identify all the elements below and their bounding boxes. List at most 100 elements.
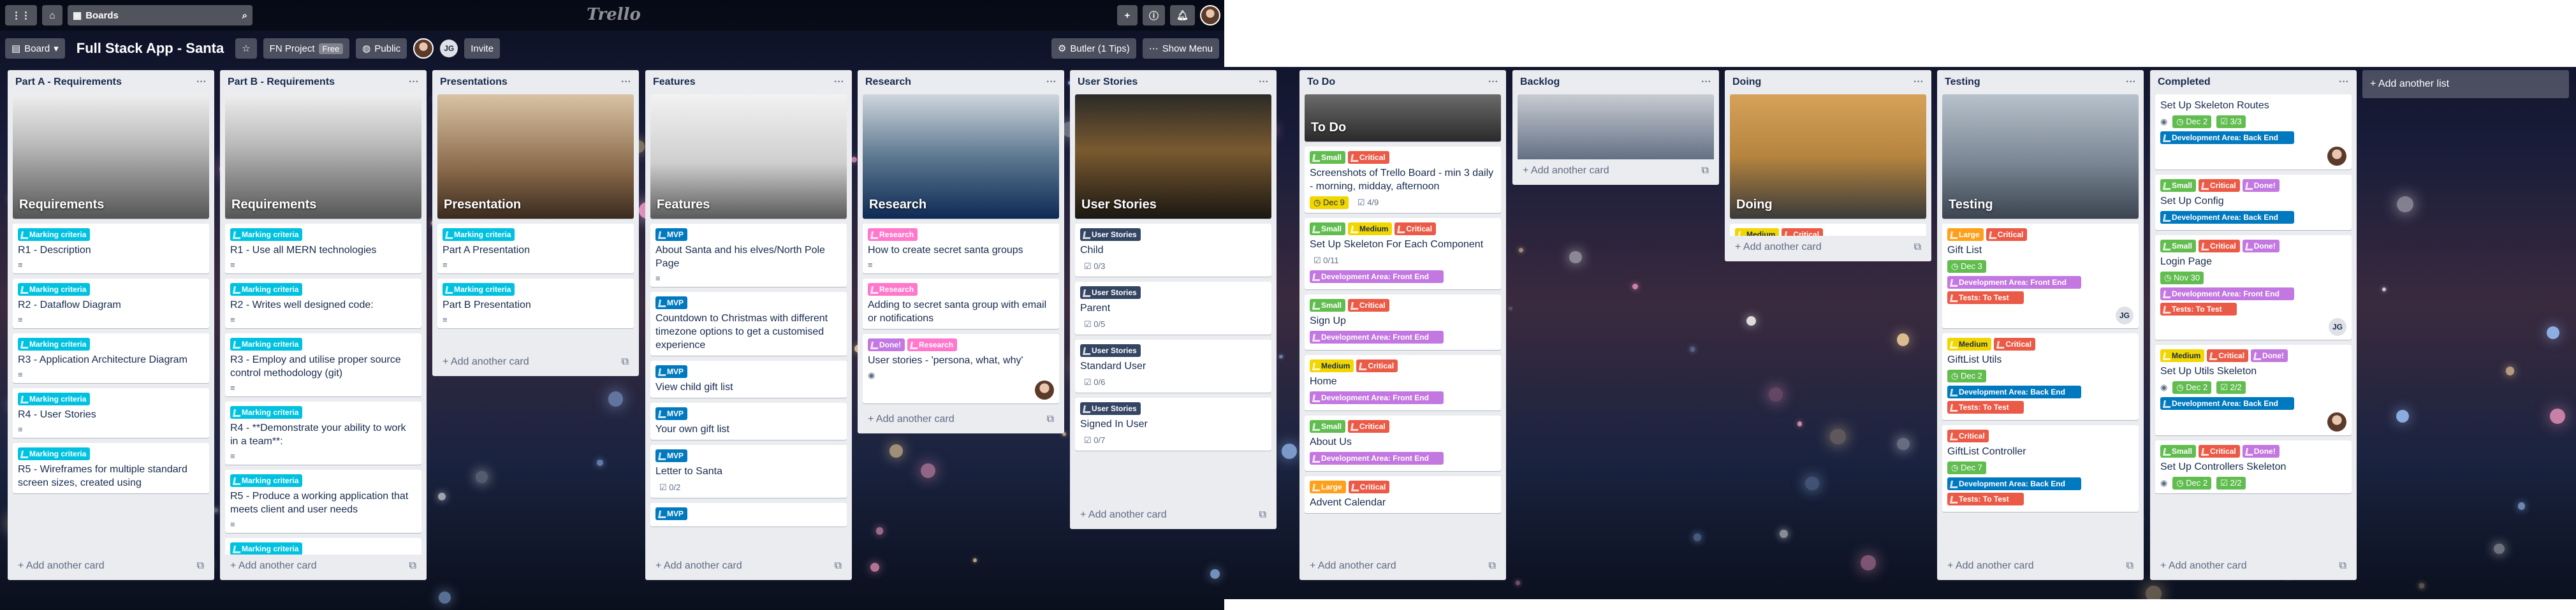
card[interactable]: Marking criteria Part A Presentation ≡ bbox=[437, 224, 634, 273]
card-cover[interactable]: Presentation bbox=[437, 94, 634, 219]
show-menu-button[interactable]: ⋯ Show Menu bbox=[1142, 38, 1219, 59]
card[interactable]: MVP Letter to Santa ☑ 0/2 bbox=[650, 445, 847, 498]
card-cover[interactable]: Requirements bbox=[225, 94, 421, 219]
label-medium[interactable]: Medium bbox=[2160, 349, 2205, 362]
label-tests-to-test[interactable]: Tests: To Test bbox=[1947, 493, 2024, 505]
card[interactable]: User Stories Signed In User ☑ 0/7 bbox=[1075, 398, 1271, 451]
list-header[interactable]: Completed ··· bbox=[2155, 70, 2352, 94]
label-development-area-back-end[interactable]: Development Area: Back End bbox=[2160, 131, 2294, 144]
list-title[interactable]: Part A - Requirements bbox=[15, 76, 122, 88]
label-research[interactable]: Research bbox=[868, 228, 918, 241]
card[interactable]: Large Critical Gift List ◷ Dec 3 Development… bbox=[1942, 224, 2139, 328]
card[interactable]: Small Critical About Us Development Area: F… bbox=[1305, 416, 1501, 471]
card[interactable]: Marking criteria R3 - Application Archite… bbox=[13, 333, 209, 383]
member-avatar[interactable] bbox=[2327, 412, 2346, 432]
card[interactable]: Medium Critical Done! Set Up Utils Skeleton… bbox=[2155, 345, 2352, 435]
list-menu-icon[interactable]: ··· bbox=[1914, 76, 1924, 88]
card[interactable]: Done! Research User stories - 'persona, wh… bbox=[863, 334, 1059, 403]
card[interactable]: Marking criteria R4 - **Demonstrate your … bbox=[225, 402, 421, 465]
template-icon[interactable]: ⧉ bbox=[622, 356, 629, 368]
label-marking-criteria[interactable]: Marking criteria bbox=[18, 447, 91, 460]
label-marking-criteria[interactable]: Marking criteria bbox=[230, 542, 303, 555]
due-date-badge[interactable]: ◷ Dec 2 bbox=[2172, 477, 2212, 490]
card[interactable]: Marking criteria R3 - Employ and utilise … bbox=[225, 333, 421, 396]
list-title[interactable]: Backlog bbox=[1520, 76, 1560, 88]
label-critical[interactable]: Critical bbox=[1994, 338, 2036, 351]
boards-button[interactable]: ▦ Boards ⌕ bbox=[68, 5, 252, 25]
label-mvp[interactable]: MVP bbox=[655, 365, 688, 378]
card[interactable]: Requirements bbox=[13, 94, 209, 219]
card[interactable]: Small Critical Sign Up Development Area: Fr… bbox=[1305, 294, 1501, 350]
label-research[interactable]: Research bbox=[868, 283, 918, 296]
label-critical[interactable]: Critical bbox=[1348, 151, 1389, 164]
due-date-badge[interactable]: ◷ Dec 2 bbox=[2172, 115, 2212, 128]
card[interactable]: Marking criteria R5 - Produce a working a… bbox=[225, 470, 421, 533]
label-research[interactable]: Research bbox=[907, 338, 958, 351]
label-development-area-back-end[interactable]: Development Area: Back End bbox=[1947, 386, 2081, 398]
list-title[interactable]: To Do bbox=[1307, 76, 1335, 88]
template-icon[interactable]: ⧉ bbox=[1702, 165, 1709, 177]
label-development-area-front-end[interactable]: Development Area: Front End bbox=[1947, 276, 2081, 289]
card[interactable]: Testing bbox=[1942, 94, 2139, 219]
label-marking-criteria[interactable]: Marking criteria bbox=[18, 338, 91, 351]
label-mvp[interactable]: MVP bbox=[655, 296, 688, 309]
member-avatar[interactable] bbox=[2327, 147, 2346, 166]
list-title[interactable]: Completed bbox=[2158, 76, 2211, 88]
list-header[interactable]: User Stories ··· bbox=[1075, 70, 1271, 94]
add-card-button[interactable]: + Add another card ⧉ bbox=[1305, 555, 1501, 577]
list-menu-icon[interactable]: ··· bbox=[2126, 76, 2136, 88]
label-done-[interactable]: Done! bbox=[868, 338, 905, 351]
bell-icon[interactable]: 🔔︎ bbox=[1169, 5, 1195, 25]
template-icon[interactable]: ⧉ bbox=[1914, 242, 1921, 253]
template-icon[interactable]: ⧉ bbox=[409, 560, 416, 572]
card-cover[interactable]: Requirements bbox=[13, 94, 209, 219]
card[interactable]: User Stories Parent ☑ 0/5 bbox=[1075, 282, 1271, 335]
label-marking-criteria[interactable]: Marking criteria bbox=[230, 474, 303, 487]
member-initials[interactable]: JG bbox=[2116, 307, 2133, 324]
member-initials[interactable]: JG bbox=[2329, 318, 2346, 336]
list-header[interactable]: Features ··· bbox=[650, 70, 847, 94]
card[interactable]: Backlog bbox=[1518, 94, 1714, 159]
invite-button[interactable]: Invite bbox=[464, 38, 501, 59]
label-critical[interactable]: Critical bbox=[1782, 228, 1824, 236]
add-list-button[interactable]: + Add another list bbox=[2362, 70, 2569, 98]
label-marking-criteria[interactable]: Marking criteria bbox=[18, 283, 91, 296]
template-icon[interactable]: ⧉ bbox=[2126, 560, 2133, 572]
label-development-area-back-end[interactable]: Development Area: Back End bbox=[1947, 477, 2081, 490]
list-header[interactable]: Testing ··· bbox=[1942, 70, 2139, 94]
workspace-button[interactable]: FN Project Free bbox=[263, 38, 350, 59]
user-avatar[interactable] bbox=[1200, 5, 1220, 25]
label-critical[interactable]: Critical bbox=[1356, 359, 1398, 372]
add-card-button[interactable]: + Add another card ⧉ bbox=[225, 555, 421, 577]
card[interactable]: Marking criteria R4 - User Stories ≡ bbox=[13, 388, 209, 438]
add-card-button[interactable]: + Add another card ⧉ bbox=[13, 555, 209, 577]
due-date-badge[interactable]: ◷ Dec 2 bbox=[2172, 381, 2212, 394]
card[interactable]: User Stories Standard User ☑ 0/6 bbox=[1075, 340, 1271, 393]
template-icon[interactable]: ⧉ bbox=[835, 560, 842, 572]
card[interactable]: Medium Critical Home Development Area: Fron… bbox=[1305, 355, 1501, 410]
card[interactable]: Presentation bbox=[437, 94, 634, 219]
add-card-button[interactable]: + Add another card ⧉ bbox=[1942, 555, 2139, 577]
label-critical[interactable]: Critical bbox=[1348, 299, 1389, 312]
label-marking-criteria[interactable]: Marking criteria bbox=[18, 393, 91, 405]
card[interactable]: Research How to create secret santa group… bbox=[863, 224, 1059, 273]
search-icon[interactable]: ⌕ bbox=[242, 10, 247, 21]
card[interactable]: Small Critical Screenshots of Trello Board… bbox=[1305, 147, 1501, 213]
card[interactable]: Marking criteria R1 - Use all MERN techno… bbox=[225, 224, 421, 273]
card[interactable]: Set Up Skeleton Routes ◉ ◷ Dec 2 ☑ 3/3 Devel… bbox=[2155, 94, 2352, 170]
label-small[interactable]: Small bbox=[2160, 240, 2197, 252]
label-development-area-front-end[interactable]: Development Area: Front End bbox=[1310, 331, 1444, 344]
member-initials[interactable]: JG bbox=[440, 40, 458, 57]
due-date-badge[interactable]: ◷ Nov 30 bbox=[2160, 272, 2204, 284]
card[interactable]: MediumCriticalStylingDevelopment Area: F… bbox=[1730, 224, 1926, 236]
due-date-badge[interactable]: ◷ Dec 2 bbox=[1947, 370, 1986, 382]
card[interactable]: Doing bbox=[1730, 94, 1926, 219]
label-marking-criteria[interactable]: Marking criteria bbox=[230, 228, 303, 241]
label-done-[interactable]: Done! bbox=[2242, 445, 2280, 458]
label-user-stories[interactable]: User Stories bbox=[1080, 344, 1141, 357]
card[interactable]: MVP Countdown to Christmas with different… bbox=[650, 292, 847, 356]
add-card-button[interactable]: + Add another card ⧉ bbox=[1518, 159, 1714, 182]
label-development-area-front-end[interactable]: Development Area: Front End bbox=[1310, 391, 1444, 404]
due-date-badge[interactable]: ◷ Dec 9 bbox=[1310, 196, 1349, 209]
card[interactable]: Requirements bbox=[225, 94, 421, 219]
